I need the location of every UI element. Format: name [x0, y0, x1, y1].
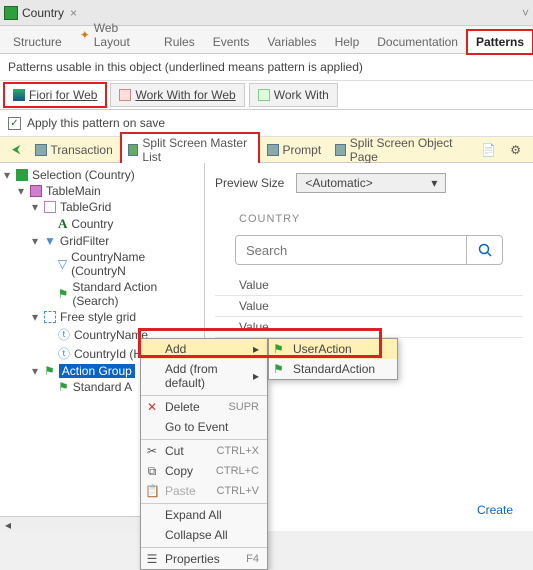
apply-label: Apply this pattern on save: [27, 116, 165, 130]
ctx-copy[interactable]: ⧉CopyCTRL+C: [141, 461, 267, 481]
search-button[interactable]: [466, 236, 502, 264]
scroll-left-icon[interactable]: ◂: [0, 518, 16, 532]
flag-icon-sub2: ⚑: [273, 362, 287, 376]
ww2-icon: [258, 89, 270, 101]
tree-root[interactable]: ▾Selection (Country): [2, 167, 202, 183]
tree-filt-countryname[interactable]: ▽CountryName (CountryN: [2, 249, 202, 279]
pattern-tabs: Fiori for Web Work With for Web Work Wit…: [0, 81, 533, 110]
tab-rules[interactable]: Rules: [155, 30, 204, 53]
list-item[interactable]: Value: [215, 317, 523, 338]
ctx-goto[interactable]: Go to Event: [141, 417, 267, 437]
table-icon: [30, 185, 42, 197]
filter-attr-icon: ▽: [58, 257, 67, 271]
apply-checkbox[interactable]: ✓: [8, 117, 21, 130]
tree-tablemain[interactable]: ▾TableMain: [2, 183, 202, 199]
tab-documentation[interactable]: Documentation: [368, 30, 467, 53]
ctx-expand[interactable]: Expand All: [141, 503, 267, 525]
chevron-down-icon: ▾: [431, 176, 437, 190]
create-link[interactable]: Create: [477, 503, 513, 517]
tree-freestyle[interactable]: ▾Free style grid: [2, 309, 202, 325]
split-object-icon: [335, 144, 346, 156]
copy-icon: ⧉: [145, 464, 159, 479]
tree-filt-search[interactable]: ⚑Standard Action (Search): [2, 279, 202, 309]
tool-extra1[interactable]: 📄: [475, 141, 502, 159]
tool-settings[interactable]: ⚙: [504, 141, 527, 159]
pattern-ww[interactable]: Work With: [249, 83, 338, 107]
flag-icon: ⚑: [58, 287, 69, 301]
patterns-hint: Patterns usable in this object (underlin…: [0, 54, 533, 81]
context-menu: Add▸ Add (from default)▸ ✕DeleteSUPR Go …: [140, 338, 268, 570]
tool-split-object[interactable]: Split Screen Object Page: [329, 134, 471, 166]
pattern-wwweb[interactable]: Work With for Web: [110, 83, 244, 107]
text-icon: ⓣ: [58, 326, 70, 343]
split-master-icon: [128, 144, 139, 156]
ctx-cut[interactable]: ✂CutCTRL+X: [141, 439, 267, 461]
ctx-paste: 📋PasteCTRL+V: [141, 481, 267, 501]
tree-gridfilter[interactable]: ▾▼GridFilter: [2, 233, 202, 249]
search-input[interactable]: [236, 236, 466, 264]
filter-icon: ▼: [44, 234, 56, 248]
list-item[interactable]: Value: [215, 296, 523, 317]
tool-split-master[interactable]: Split Screen Master List: [121, 133, 259, 167]
prompt-icon: [267, 144, 279, 156]
tree-tablegrid[interactable]: ▾TableGrid: [2, 199, 202, 215]
preview-size-combo[interactable]: <Automatic> ▾: [296, 173, 446, 193]
ctx-collapse[interactable]: Collapse All: [141, 525, 267, 545]
tool-transaction[interactable]: Transaction: [29, 141, 119, 159]
cut-icon: ✂: [145, 444, 159, 458]
object-tabstrip: Structure ✦Web Layout Rules Events Varia…: [0, 26, 533, 54]
paste-icon: 📋: [145, 484, 159, 498]
object-title: Country: [22, 6, 64, 20]
pattern-fiori[interactable]: Fiori for Web: [4, 83, 106, 107]
tool-prompt[interactable]: Prompt: [261, 141, 328, 159]
delete-icon: ✕: [145, 400, 159, 414]
tab-web-layout[interactable]: ✦Web Layout: [71, 16, 155, 53]
text-icon2: ⓣ: [58, 345, 70, 362]
freestyle-icon: [44, 311, 56, 323]
preview-size-label: Preview Size: [215, 176, 284, 190]
collapse-icon[interactable]: ˅: [522, 6, 529, 20]
ctx-delete[interactable]: ✕DeleteSUPR: [141, 395, 267, 417]
ww-icon: [119, 89, 131, 101]
fiori-icon: [13, 89, 25, 101]
flag-icon2: ⚑: [44, 364, 55, 378]
grid-icon: [44, 201, 56, 213]
props-icon: ☰: [145, 552, 159, 566]
selection-icon: [16, 169, 28, 181]
list-item[interactable]: Value: [215, 275, 523, 296]
tab-structure[interactable]: Structure: [4, 30, 71, 53]
flag-icon-sub1: ⚑: [273, 342, 287, 356]
ctx-properties[interactable]: ☰PropertiesF4: [141, 547, 267, 569]
object-icon: [4, 6, 18, 20]
tab-help[interactable]: Help: [326, 30, 369, 53]
ctx-add[interactable]: Add▸: [141, 339, 267, 359]
ctx-add-default[interactable]: Add (from default)▸: [141, 359, 267, 393]
preview-section-title: COUNTRY: [215, 201, 523, 235]
tab-events[interactable]: Events: [204, 30, 259, 53]
flag-icon3: ⚑: [58, 380, 69, 394]
attr-icon: A: [58, 216, 67, 232]
sub-standardaction[interactable]: ⚑StandardAction: [269, 359, 397, 379]
sub-useraction[interactable]: ⚑UserAction: [269, 339, 397, 359]
pattern-toolbar: ⮜ Transaction Split Screen Master List P…: [0, 137, 533, 163]
preview-size-value: <Automatic>: [305, 176, 372, 190]
tree-country[interactable]: ACountry: [2, 215, 202, 233]
preview-search: [235, 235, 503, 265]
tool-nav-left[interactable]: ⮜: [6, 140, 27, 159]
search-icon: [477, 242, 493, 258]
add-submenu: ⚑UserAction ⚑StandardAction: [268, 338, 398, 380]
transaction-icon: [35, 144, 47, 156]
tab-patterns[interactable]: Patterns: [467, 30, 533, 54]
tab-variables[interactable]: Variables: [258, 30, 325, 53]
